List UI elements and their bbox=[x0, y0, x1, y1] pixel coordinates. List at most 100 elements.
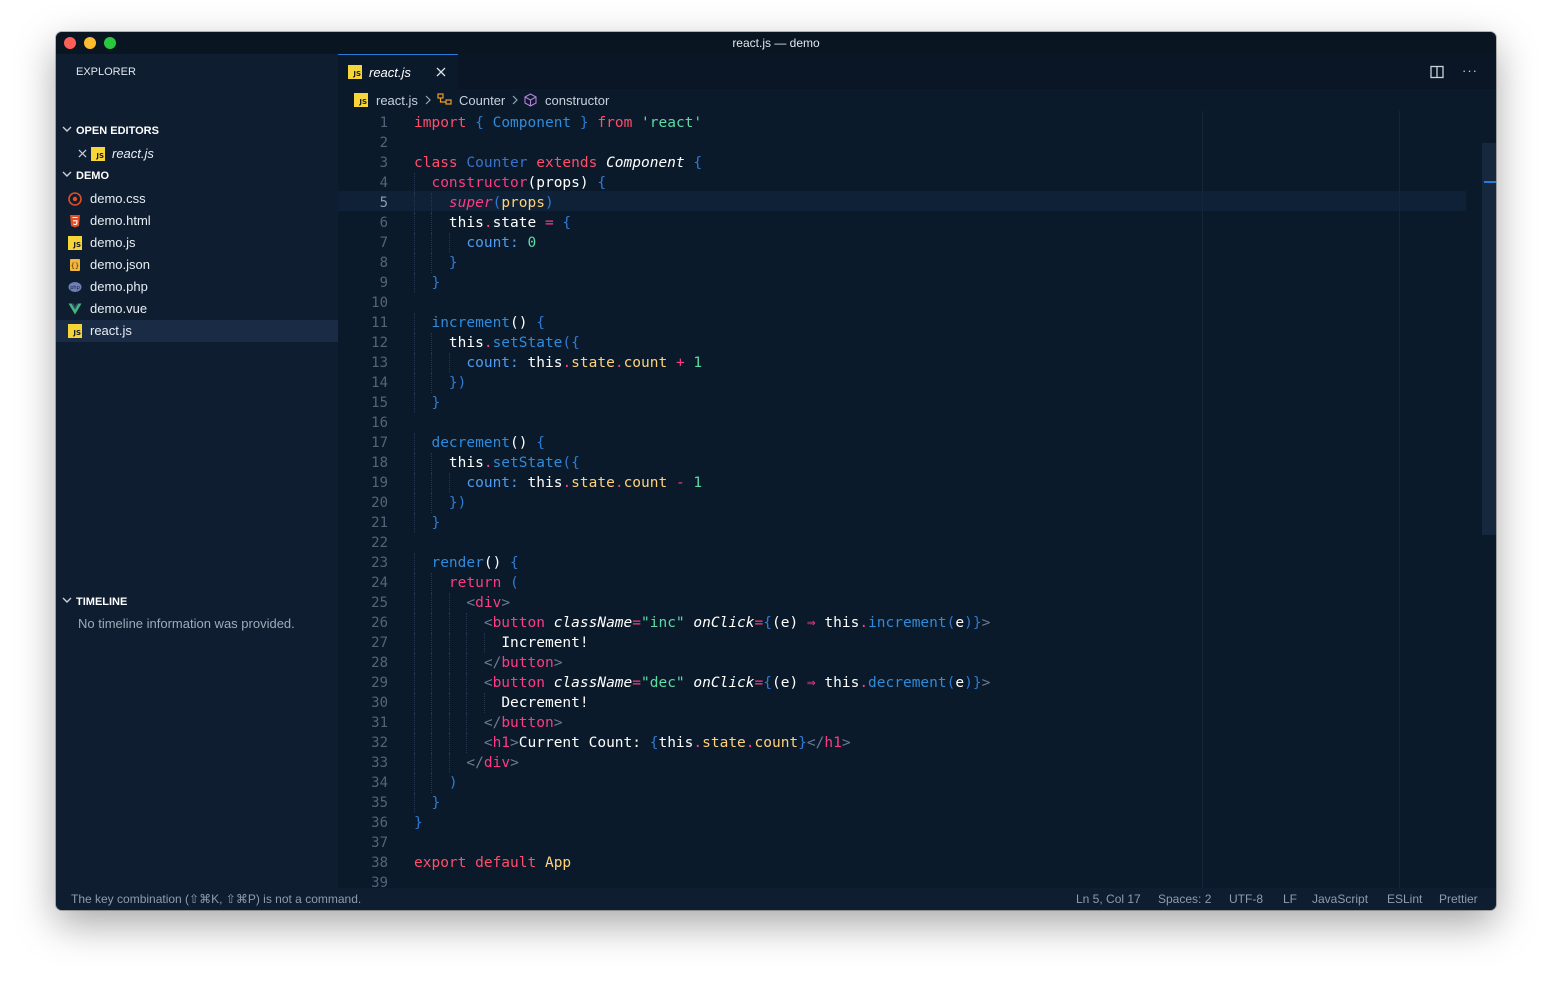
code-token: (e) bbox=[771, 675, 799, 691]
file-item-demo-js[interactable]: JS demo.js bbox=[56, 232, 338, 254]
close-tab-icon[interactable] bbox=[435, 66, 447, 78]
language-mode[interactable]: JavaScript bbox=[1312, 892, 1368, 906]
code-line: increment() { bbox=[414, 313, 545, 333]
line-number: 15 bbox=[371, 395, 388, 411]
breadcrumb-method[interactable]: constructor bbox=[545, 93, 609, 108]
prettier-status[interactable]: Prettier bbox=[1439, 892, 1478, 906]
line-number: 13 bbox=[371, 355, 388, 371]
open-editors-section-header[interactable]: OPEN EDITORS bbox=[56, 121, 338, 143]
code-token: state bbox=[571, 475, 615, 491]
tab-react-js[interactable]: JS react.js bbox=[338, 54, 458, 89]
chevron-down-icon bbox=[62, 171, 72, 177]
code-editor[interactable]: 1 2 3 4 5 6 7 8 9 10 11 12 13 14 15 16 17 18 19 20 21 22 23 24 2… bbox=[338, 111, 1496, 888]
indent-guide bbox=[414, 353, 415, 373]
demo-folder-label: DEMO bbox=[76, 170, 109, 182]
timeline-section-header[interactable]: TIMELINE bbox=[56, 592, 338, 614]
demo-section-header[interactable]: DEMO bbox=[56, 166, 338, 188]
line-number: 27 bbox=[371, 635, 388, 651]
file-item-demo-json[interactable]: {} demo.json bbox=[56, 254, 338, 276]
code-token: = bbox=[754, 675, 764, 691]
code-token: Counter bbox=[457, 155, 537, 171]
open-editor-item[interactable]: JS react.js bbox=[56, 143, 338, 165]
indent-guide bbox=[414, 453, 415, 473]
window-title: react.js — demo bbox=[732, 36, 820, 50]
line-number: 36 bbox=[371, 815, 388, 831]
code-line: <button className="dec" onClick={(e) ⇒ t… bbox=[414, 673, 990, 693]
code-token: className bbox=[544, 615, 633, 631]
code-token: () bbox=[483, 555, 502, 571]
split-editor-icon[interactable] bbox=[1430, 65, 1444, 79]
code-area[interactable]: import { Component } from 'react' class C… bbox=[414, 111, 1454, 888]
indent-guide bbox=[466, 733, 468, 753]
code-token: export bbox=[414, 855, 467, 871]
close-icon[interactable] bbox=[78, 149, 87, 158]
line-number-gutter: 1 2 3 4 5 6 7 8 9 10 11 12 13 14 15 16 17 18 19 20 21 22 23 24 2… bbox=[338, 111, 404, 888]
breadcrumb-file[interactable]: react.js bbox=[376, 93, 418, 108]
code-token: . bbox=[483, 455, 493, 471]
file-name: demo.vue bbox=[90, 301, 148, 316]
line-number: 29 bbox=[371, 675, 388, 691]
code-token: + bbox=[667, 355, 685, 371]
line-number: 3 bbox=[379, 155, 388, 171]
code-token: return bbox=[448, 575, 502, 591]
code-token: decrement bbox=[431, 435, 511, 451]
code-line: } bbox=[414, 513, 440, 533]
code-token: ( bbox=[501, 575, 519, 591]
code-token: onClick bbox=[684, 675, 755, 691]
code-token: Component bbox=[492, 115, 572, 131]
line-number: 28 bbox=[371, 655, 388, 671]
code-token: } bbox=[431, 795, 441, 811]
line-number: 25 bbox=[371, 595, 388, 611]
indent-guide bbox=[431, 653, 433, 673]
more-actions-icon[interactable]: ··· bbox=[1462, 63, 1480, 78]
code-token: onClick bbox=[684, 615, 755, 631]
breadcrumb-class[interactable]: Counter bbox=[459, 93, 505, 108]
code-line: <button className="inc" onClick={(e) ⇒ t… bbox=[414, 613, 990, 633]
indent-guide bbox=[466, 713, 468, 733]
line-number: 39 bbox=[371, 875, 388, 888]
file-item-react-js[interactable]: JS react.js bbox=[56, 320, 338, 342]
line-number: 16 bbox=[371, 415, 388, 431]
indent-guide bbox=[466, 673, 468, 693]
indent-guide bbox=[414, 273, 415, 293]
indent-guide bbox=[466, 653, 468, 673]
code-token: . bbox=[745, 735, 755, 751]
code-token: < bbox=[483, 675, 493, 691]
indent-guide bbox=[414, 613, 415, 633]
scrollbar-thumb[interactable] bbox=[1482, 143, 1496, 535]
cursor-position[interactable]: Ln 5, Col 17 bbox=[1076, 892, 1141, 906]
indent-guide bbox=[414, 333, 415, 353]
code-token: { bbox=[763, 675, 772, 691]
code-token: button bbox=[492, 675, 545, 691]
code-token: > bbox=[841, 735, 851, 751]
code-token: . bbox=[562, 355, 572, 371]
code-token: this bbox=[448, 335, 484, 351]
code-line: Decrement! bbox=[414, 693, 588, 713]
indentation-setting[interactable]: Spaces: 2 bbox=[1158, 892, 1211, 906]
timeline-empty-message: No timeline information was provided. bbox=[78, 616, 295, 631]
file-item-demo-html[interactable]: demo.html bbox=[56, 210, 338, 232]
indent-guide bbox=[448, 613, 450, 633]
indent-guide bbox=[431, 673, 433, 693]
indent-guide bbox=[448, 673, 450, 693]
code-token: ⇒ bbox=[798, 615, 825, 631]
file-item-demo-css[interactable]: demo.css bbox=[56, 188, 338, 210]
file-item-demo-vue[interactable]: demo.vue bbox=[56, 298, 338, 320]
code-line: render() { bbox=[414, 553, 518, 573]
line-ending-setting[interactable]: LF bbox=[1283, 892, 1297, 906]
indent-guide bbox=[431, 253, 433, 273]
eslint-status[interactable]: ESLint bbox=[1387, 892, 1422, 906]
line-number: 31 bbox=[371, 715, 388, 731]
code-token: button bbox=[501, 715, 554, 731]
code-token: 0 bbox=[518, 235, 537, 251]
code-line: export default App bbox=[414, 853, 571, 873]
line-number: 21 bbox=[371, 515, 388, 531]
encoding-setting[interactable]: UTF-8 bbox=[1229, 892, 1263, 906]
code-line: class Counter extends Component { bbox=[414, 153, 702, 173]
file-item-demo-php[interactable]: php demo.php bbox=[56, 276, 338, 298]
code-token: h1 bbox=[824, 735, 842, 751]
json-icon: {} bbox=[70, 259, 80, 271]
